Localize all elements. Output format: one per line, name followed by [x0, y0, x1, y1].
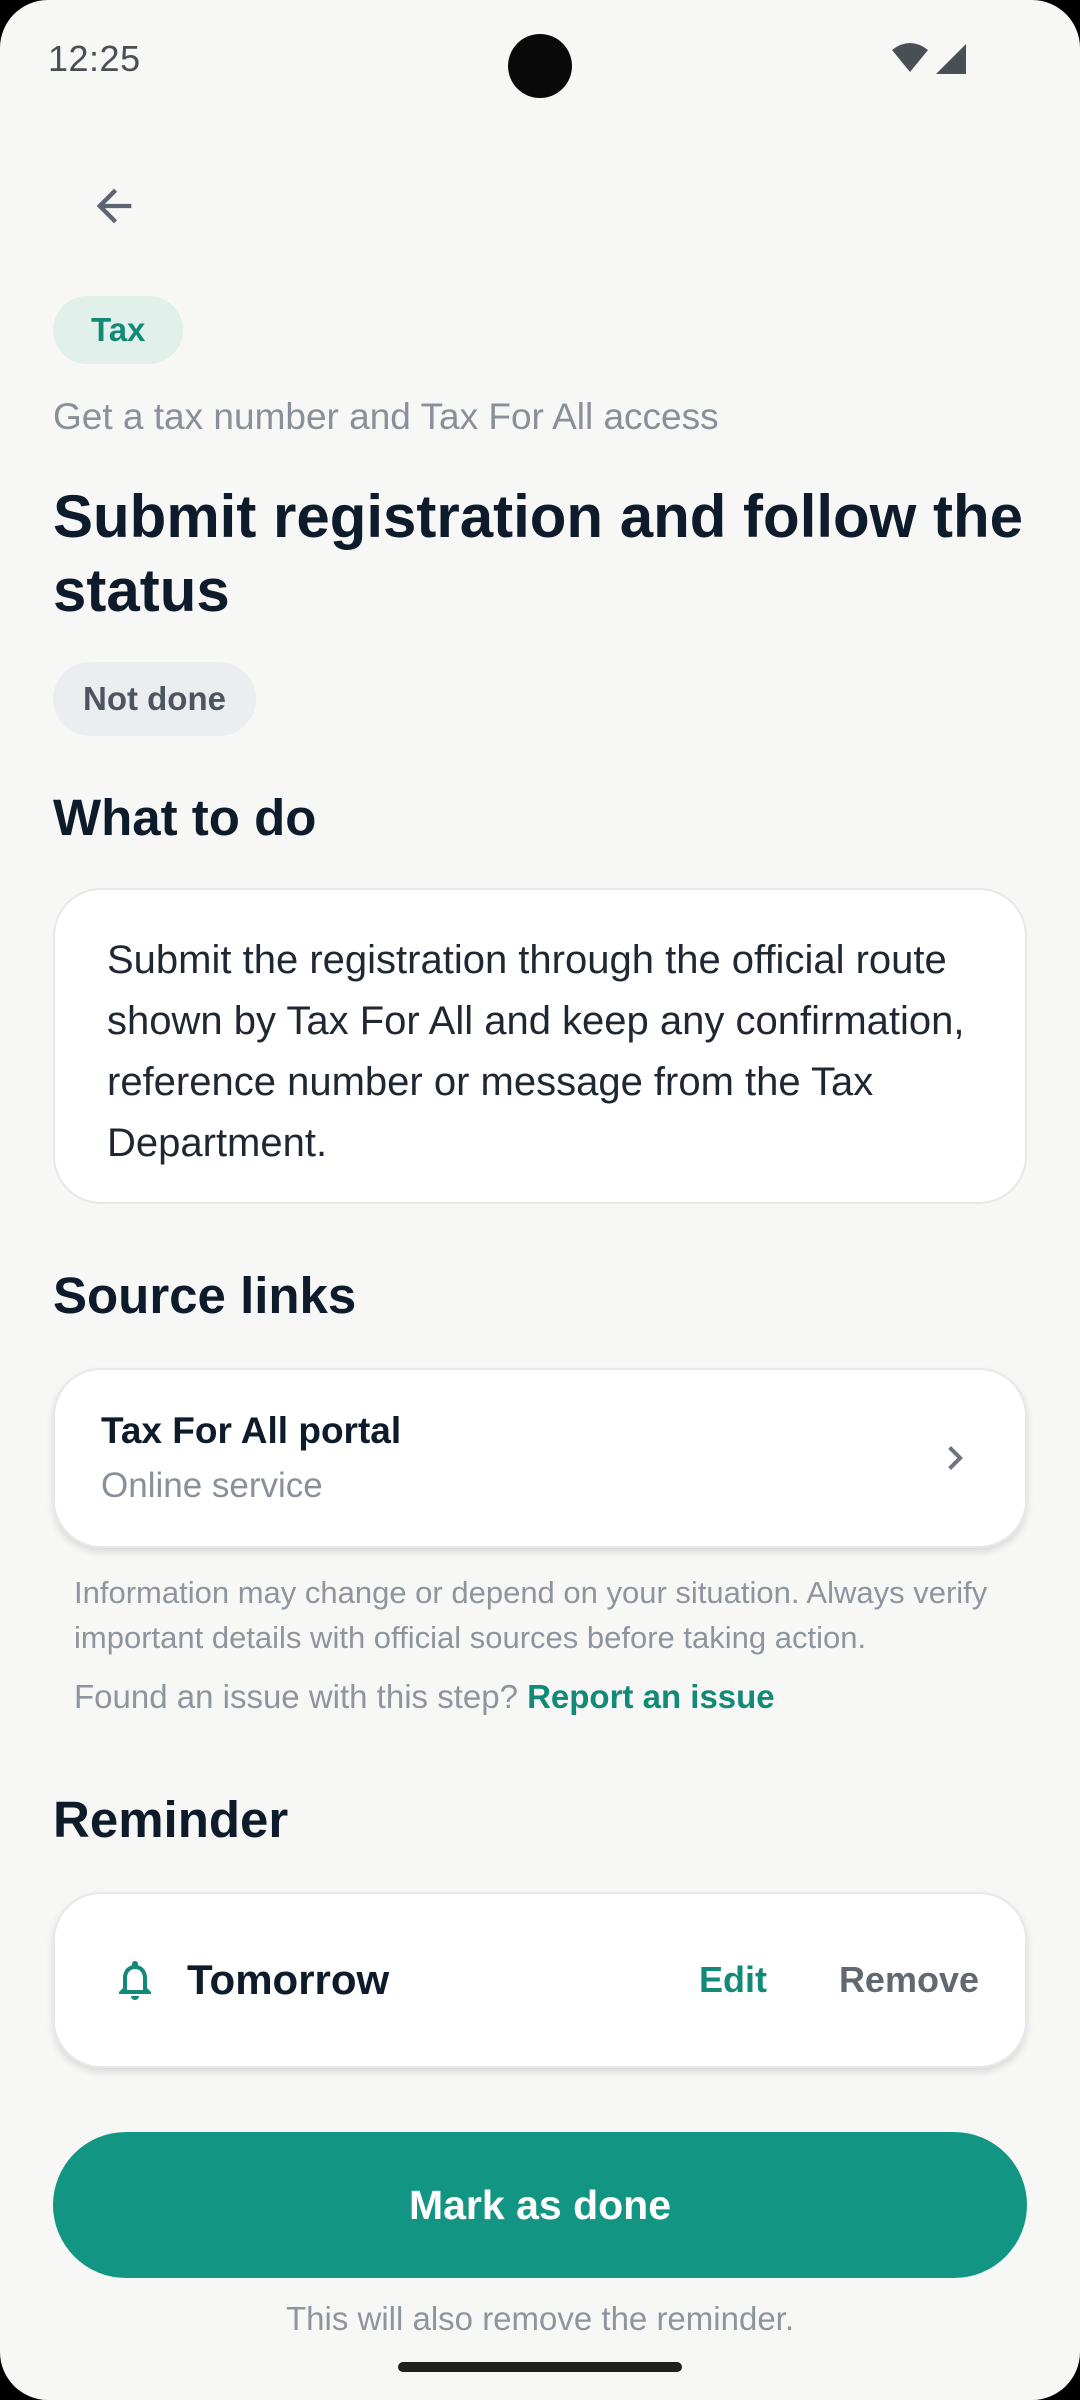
- source-link-text: Tax For All portal Online service: [101, 1410, 931, 1506]
- source-link-title: Tax For All portal: [101, 1410, 402, 1451]
- page-title: Submit registration and follow the statu…: [53, 483, 1024, 624]
- report-issue-prompt: Found an issue with this step?: [74, 1678, 518, 1715]
- what-to-do-heading: What to do: [53, 789, 317, 846]
- status-bar: 12:25: [0, 0, 1080, 120]
- source-link-subtitle: Online service: [101, 1466, 323, 1505]
- reminder-heading: Reminder: [53, 1791, 289, 1848]
- camera-cutout: [508, 34, 572, 98]
- source-link-tax-for-all-portal[interactable]: Tax For All portal Online service: [53, 1368, 1027, 1548]
- mark-done-footnote: This will also remove the reminder.: [285, 2300, 795, 2337]
- what-to-do-text: Submit the registration through the offi…: [107, 938, 965, 1165]
- what-to-do-card: Submit the registration through the offi…: [53, 888, 1027, 1204]
- disclaimer-text: Information may change or depend on your…: [74, 1575, 988, 1655]
- edit-reminder-button[interactable]: Edit: [699, 1959, 767, 2001]
- status-time: 12:25: [48, 38, 141, 79]
- chevron-right-icon: [948, 1446, 963, 1470]
- report-issue-link[interactable]: Report an issue: [527, 1678, 775, 1715]
- back-button[interactable]: [78, 170, 150, 242]
- bell-icon: [119, 1961, 151, 2000]
- report-issue-line: Found an issue with this step? Report an…: [74, 1678, 775, 1716]
- wifi-icon: [892, 43, 928, 72]
- remove-reminder-button[interactable]: Remove: [839, 1959, 979, 2001]
- reminder-card: Tomorrow Edit Remove: [53, 1892, 1027, 2068]
- arrow-back-icon: [96, 188, 132, 224]
- status-badge: Not done: [53, 662, 256, 736]
- step-subtitle: Get a tax number and Tax For All access: [53, 396, 719, 437]
- source-links-heading: Source links: [53, 1267, 357, 1324]
- reminder-label: Tomorrow: [187, 1956, 390, 2003]
- category-chip: Tax: [53, 296, 184, 364]
- mark-as-done-button[interactable]: Mark as done: [53, 2132, 1027, 2278]
- home-indicator[interactable]: [398, 2362, 682, 2372]
- cellular-signal-icon: [936, 44, 966, 74]
- screen: 12:25 Tax Get a tax number and Tax For A…: [0, 0, 1080, 2400]
- status-icons: [892, 43, 966, 74]
